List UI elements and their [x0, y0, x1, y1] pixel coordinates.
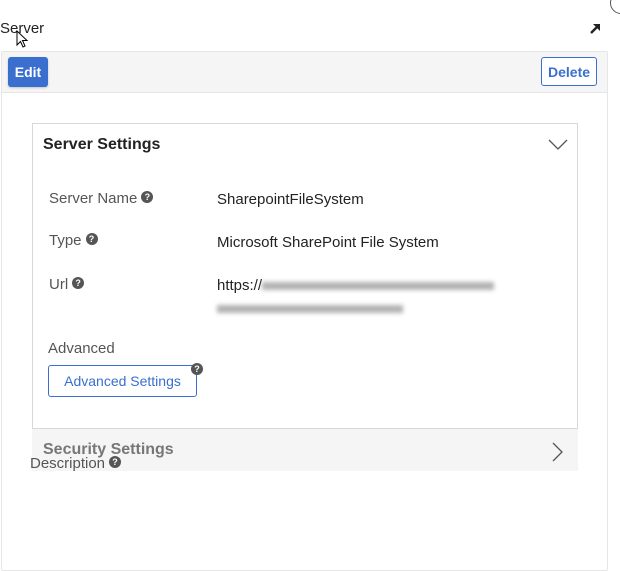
server-panel: Edit Delete Server Settings Server Name?… — [1, 51, 608, 571]
mouse-cursor-icon — [16, 30, 29, 48]
server-settings-section: Server Settings Server Name? SharepointF… — [32, 123, 578, 471]
url-value: https:// — [217, 277, 495, 317]
type-value: Microsoft SharePoint File System — [217, 234, 439, 251]
edit-button[interactable]: Edit — [8, 57, 48, 87]
advanced-label: Advanced — [48, 340, 115, 357]
delete-button[interactable]: Delete — [541, 57, 597, 86]
redacted-url-continued — [217, 305, 403, 314]
question-circle-icon[interactable]: ? — [109, 456, 122, 468]
server-name-value: SharepointFileSystem — [217, 191, 364, 208]
question-circle-icon[interactable]: ? — [191, 363, 203, 375]
server-name-label: Server Name? — [49, 190, 154, 207]
url-label: Url? — [49, 276, 85, 293]
advanced-settings-button[interactable]: Advanced Settings — [48, 365, 197, 397]
panel-toolbar: Edit Delete — [2, 52, 607, 93]
chevron-right-icon[interactable] — [552, 442, 564, 462]
corner-circle-icon — [610, 0, 620, 14]
arrow-up-right-icon[interactable] — [587, 20, 603, 36]
question-circle-icon[interactable]: ? — [141, 191, 154, 203]
redacted-url — [262, 282, 495, 291]
description-label: Description? — [30, 455, 122, 472]
server-settings-title[interactable]: Server Settings — [43, 136, 160, 154]
chevron-down-icon[interactable] — [548, 139, 568, 151]
question-circle-icon[interactable]: ? — [85, 233, 98, 245]
type-label: Type? — [49, 232, 98, 249]
question-circle-icon[interactable]: ? — [72, 277, 85, 289]
